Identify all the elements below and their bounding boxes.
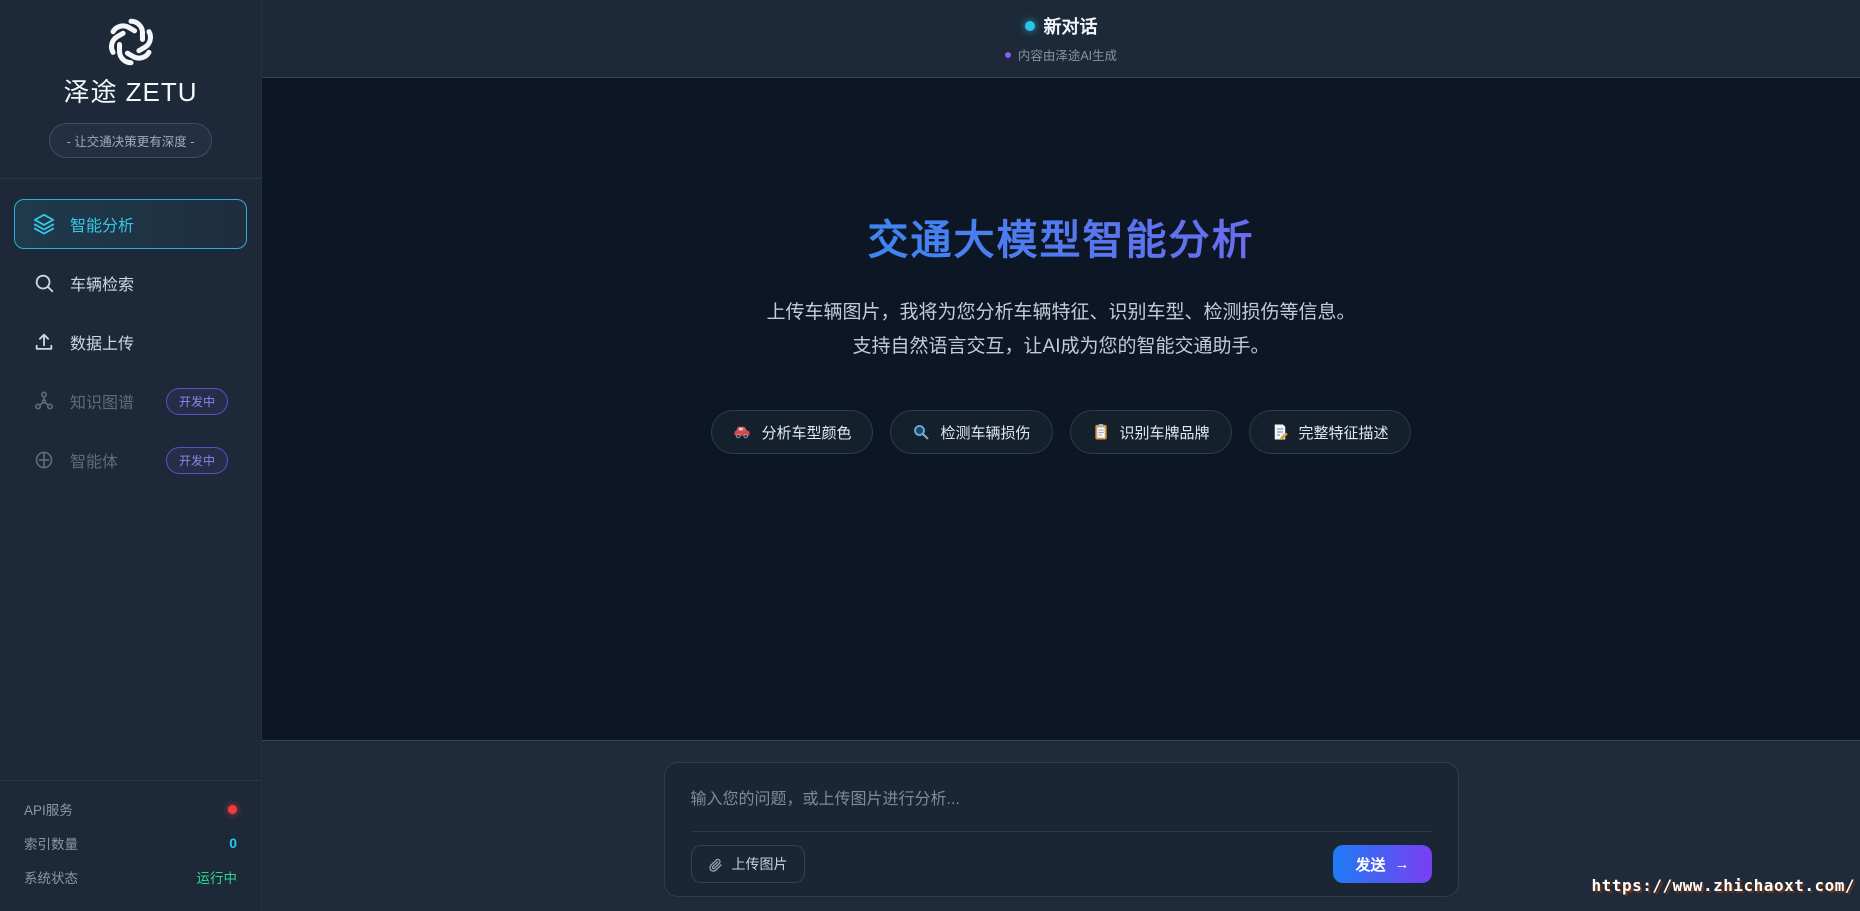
sidebar-item-label: 车辆检索 bbox=[70, 271, 134, 295]
sidebar-item-smart-analysis[interactable]: 智能分析 bbox=[14, 199, 247, 249]
magnifier-icon bbox=[912, 423, 930, 441]
memo-icon bbox=[1271, 423, 1289, 441]
agent-icon bbox=[33, 449, 55, 471]
car-icon bbox=[733, 423, 751, 441]
dev-status-badge: 开发中 bbox=[166, 447, 228, 474]
dev-status-badge: 开发中 bbox=[166, 388, 228, 415]
watermark-url: https://www.zhichaoxt.com/ bbox=[1592, 876, 1855, 895]
chip-label: 完整特征描述 bbox=[1299, 422, 1389, 443]
chip-analyze-color[interactable]: 分析车型颜色 bbox=[711, 410, 873, 454]
chip-label: 分析车型颜色 bbox=[761, 422, 851, 443]
upload-image-label: 上传图片 bbox=[732, 854, 788, 874]
conversation-subtitle-row: 内容由泽途AI生成 bbox=[1005, 45, 1117, 64]
upload-image-button[interactable]: 上传图片 bbox=[691, 845, 805, 883]
sidebar-item-data-upload[interactable]: 数据上传 bbox=[14, 317, 247, 367]
suggestion-chips: 分析车型颜色 检测车辆损伤 bbox=[711, 410, 1410, 454]
conversation-title-row: 新对话 bbox=[1025, 13, 1098, 39]
cyan-dot-icon bbox=[1025, 21, 1035, 31]
upload-icon bbox=[33, 331, 55, 353]
composer-footer: 上传图片 发送 → https://www.zhichaoxt.com/ bbox=[262, 740, 1860, 911]
status-row-system-state: 系统状态 运行中 bbox=[24, 867, 237, 887]
welcome-title: 交通大模型智能分析 bbox=[868, 206, 1255, 266]
index-count-value: 0 bbox=[229, 835, 237, 851]
sidebar-item-label: 知识图谱 bbox=[70, 389, 134, 413]
main-panel: 新对话 内容由泽途AI生成 交通大模型智能分析 上传车辆图片，我将为您分析车辆特… bbox=[262, 0, 1860, 911]
clipboard-icon bbox=[1092, 423, 1110, 441]
conversation-title: 新对话 bbox=[1044, 13, 1098, 39]
brand-title: 泽途 ZETU bbox=[12, 72, 249, 109]
sidebar-item-label: 智能分析 bbox=[70, 212, 134, 236]
chip-detect-damage[interactable]: 检测车辆损伤 bbox=[890, 410, 1052, 454]
layers-icon bbox=[33, 213, 55, 235]
sidebar-nav: 智能分析 车辆检索 数据上传 bbox=[0, 179, 261, 505]
status-label: 系统状态 bbox=[24, 867, 78, 887]
search-icon bbox=[33, 272, 55, 294]
chip-label: 检测车辆损伤 bbox=[940, 422, 1030, 443]
sidebar-item-vehicle-search[interactable]: 车辆检索 bbox=[14, 258, 247, 308]
sidebar-item-knowledge-graph[interactable]: 知识图谱 开发中 bbox=[14, 376, 247, 426]
chat-area: 交通大模型智能分析 上传车辆图片，我将为您分析车辆特征、识别车型、检测损伤等信息… bbox=[262, 78, 1860, 740]
purple-dot-icon bbox=[1005, 52, 1011, 58]
app-window: 泽途 ZETU - 让交通决策更有深度 - 智能分析 车辆检索 bbox=[0, 0, 1860, 911]
chip-recognize-plate-brand[interactable]: 识别车牌品牌 bbox=[1070, 410, 1232, 454]
brand-tagline: - 让交通决策更有深度 - bbox=[49, 123, 213, 158]
welcome-description: 上传车辆图片，我将为您分析车辆特征、识别车型、检测损伤等信息。 支持自然语言交互… bbox=[766, 296, 1355, 364]
status-row-index-count: 索引数量 0 bbox=[24, 833, 237, 853]
welcome-description-line1: 上传车辆图片，我将为您分析车辆特征、识别车型、检测损伤等信息。 bbox=[766, 296, 1355, 330]
sidebar: 泽途 ZETU - 让交通决策更有深度 - 智能分析 车辆检索 bbox=[0, 0, 262, 911]
status-label: API服务 bbox=[24, 799, 73, 819]
conversation-header: 新对话 内容由泽途AI生成 bbox=[262, 0, 1860, 78]
arrow-right-icon: → bbox=[1395, 856, 1410, 873]
sidebar-item-label: 智能体 bbox=[70, 448, 118, 472]
composer-actions: 上传图片 发送 → bbox=[691, 832, 1432, 896]
status-row-api: API服务 bbox=[24, 799, 237, 819]
api-status-red-dot-icon bbox=[228, 805, 237, 814]
paperclip-icon bbox=[708, 857, 723, 872]
status-label: 索引数量 bbox=[24, 833, 78, 853]
sidebar-item-agent[interactable]: 智能体 开发中 bbox=[14, 435, 247, 485]
zetu-swirl-logo-icon bbox=[103, 14, 159, 70]
graph-icon bbox=[33, 390, 55, 412]
send-label: 发送 bbox=[1355, 854, 1385, 875]
composer-box: 上传图片 发送 → bbox=[664, 762, 1459, 897]
sidebar-item-label: 数据上传 bbox=[70, 330, 134, 354]
logo-section: 泽途 ZETU - 让交通决策更有深度 - bbox=[0, 0, 261, 179]
message-input[interactable] bbox=[691, 763, 1432, 831]
welcome-description-line2: 支持自然语言交互，让AI成为您的智能交通助手。 bbox=[766, 330, 1355, 364]
chip-full-feature-description[interactable]: 完整特征描述 bbox=[1249, 410, 1411, 454]
chip-label: 识别车牌品牌 bbox=[1120, 422, 1210, 443]
ai-disclaimer-text: 内容由泽途AI生成 bbox=[1018, 45, 1117, 64]
send-button[interactable]: 发送 → bbox=[1333, 845, 1431, 883]
system-state-value: 运行中 bbox=[197, 867, 238, 887]
system-status-panel: API服务 索引数量 0 系统状态 运行中 bbox=[0, 780, 261, 911]
